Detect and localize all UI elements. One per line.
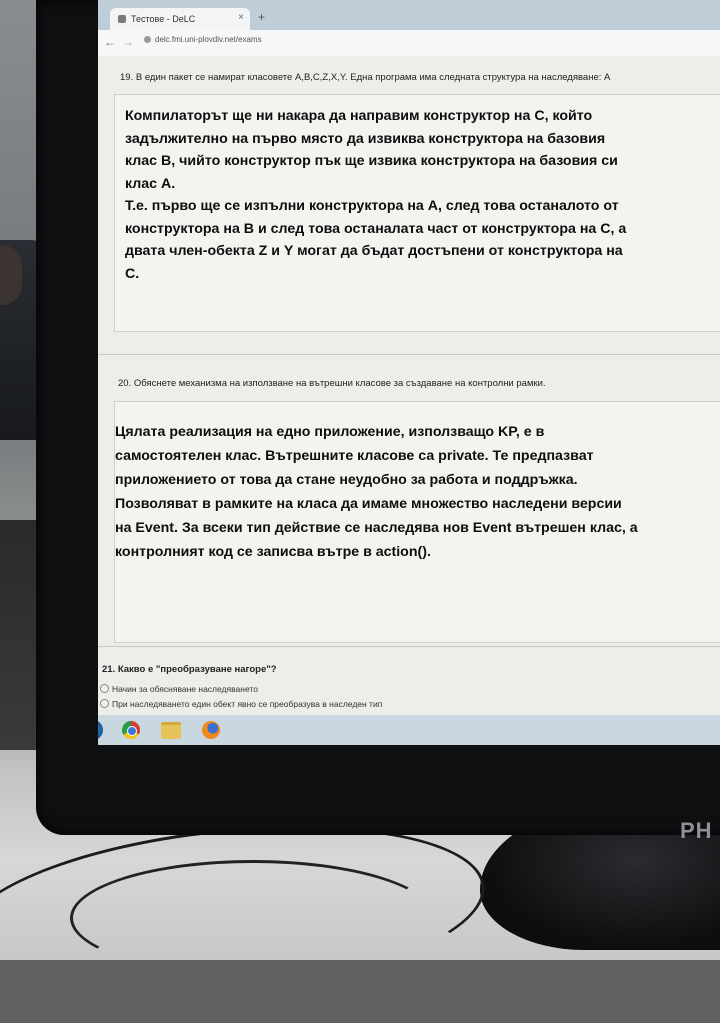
answer-line: самостоятелен клас. Вътрешните класове с… (115, 448, 594, 464)
question-20-title: 20. Обяснете механизма на използване на … (118, 378, 546, 389)
answer-line: приложението от това да стане неудобно з… (115, 472, 578, 488)
answer-line: Компилаторът ще ни накара да направим ко… (125, 108, 593, 124)
radio-button[interactable] (100, 684, 109, 693)
back-icon[interactable]: ← (104, 35, 116, 49)
question-19-answer: Компилаторът ще ни накара да направим ко… (125, 105, 626, 285)
monitor-screen: Тестове - DeLC × + ← → delc.fmi.uni-plov… (98, 0, 720, 745)
answer-line: двата член-обекта Z и Y могат да бъдат д… (125, 243, 623, 259)
page-info-icon (144, 36, 151, 43)
question-separator (98, 354, 720, 355)
monitor-brand: PH (680, 818, 713, 843)
answer-line: задължително на първо място да извиква к… (125, 130, 606, 147)
person-head (0, 245, 22, 305)
url-text: delc.fmi.uni-plovdiv.net/exams (155, 35, 262, 44)
tab-title: Тестове - DeLC (131, 14, 196, 24)
question-21-option-2[interactable]: При наследяването един обект явно се пре… (100, 699, 382, 709)
new-tab-button[interactable]: + (258, 10, 265, 24)
favicon-icon (118, 15, 126, 23)
question-20-answer: Цялата реализация на едно приложение, из… (115, 420, 638, 564)
option-label: Начин за обясняване наследяването (112, 684, 258, 694)
question-19-title: 19. В един пакет се намират класовете A,… (120, 72, 611, 83)
answer-line: Позволяват в рамките на класа да имаме м… (115, 496, 622, 512)
answer-line: конструктора на B и след това останалата… (125, 220, 627, 237)
browser-tab[interactable]: Тестове - DeLC × (110, 8, 250, 30)
folder-icon[interactable] (158, 718, 184, 742)
question-separator (98, 646, 720, 647)
option-label: При наследяването един обект явно се пре… (112, 699, 383, 709)
chrome-icon[interactable] (118, 718, 144, 742)
answer-line: контролният код се записва вътре в actio… (115, 544, 431, 560)
question-21-title: 21. Какво е "преобразуване нагоре"? (102, 664, 277, 675)
chair (0, 520, 40, 750)
answer-line: Т.е. първо ще се изпълни конструктора на… (125, 198, 619, 214)
forward-icon[interactable]: → (122, 35, 134, 49)
address-bar[interactable]: delc.fmi.uni-plovdiv.net/exams (144, 35, 262, 44)
firefox-icon[interactable] (198, 718, 224, 742)
browser-tab-bar: Тестове - DeLC × + (98, 0, 720, 30)
answer-line: клас B, чийто конструктор пък ще извика … (125, 153, 618, 169)
question-21-option-1[interactable]: Начин за обясняване наследяването (100, 684, 258, 694)
cable (70, 860, 436, 976)
windows-start-icon[interactable] (98, 718, 106, 742)
answer-line: Цялата реализация на едно приложение, из… (115, 424, 545, 440)
answer-line: клас A. (125, 175, 176, 192)
browser-toolbar: ← → delc.fmi.uni-plovdiv.net/exams (98, 30, 720, 57)
answer-line: на Event. За всеки тип действие се насле… (115, 520, 638, 536)
radio-button[interactable] (100, 699, 109, 708)
answer-line: C. (125, 265, 140, 282)
close-tab-icon[interactable]: × (238, 12, 244, 23)
exam-page: 19. В един пакет се намират класовете A,… (98, 56, 720, 745)
windows-taskbar (98, 715, 720, 745)
